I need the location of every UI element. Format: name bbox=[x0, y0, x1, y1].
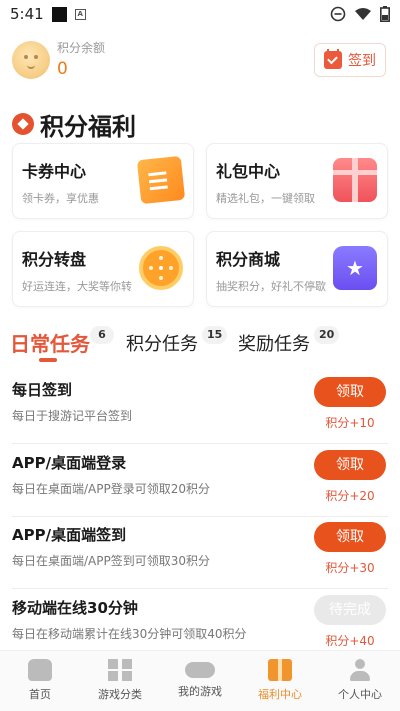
dnd-icon bbox=[330, 6, 346, 22]
nav-item-my-games[interactable]: 我的游戏 bbox=[160, 651, 240, 711]
tab-badge: 6 bbox=[90, 326, 114, 344]
task-item: 每日签到 每日于搜游记平台签到 领取 积分+10 bbox=[12, 372, 388, 444]
tab-daily-tasks[interactable]: 日常任务 bbox=[10, 328, 90, 357]
nav-label: 首页 bbox=[29, 688, 51, 701]
user-icon bbox=[348, 659, 372, 681]
card-points-wheel[interactable]: 积分转盘 好运连连，大奖等你转 bbox=[12, 231, 194, 307]
card-coupon-center[interactable]: 卡券中心 领卡券，享优惠 bbox=[12, 143, 194, 219]
card-title: 积分商城 bbox=[216, 250, 281, 269]
nav-label: 福利中心 bbox=[258, 688, 302, 701]
tab-reward-tasks[interactable]: 奖励任务 bbox=[238, 330, 310, 356]
claim-button[interactable]: 领取 bbox=[314, 377, 386, 407]
home-icon bbox=[28, 659, 52, 681]
signin-button[interactable]: 签到 bbox=[314, 43, 386, 77]
wifi-icon bbox=[355, 8, 371, 20]
card-title: 积分转盘 bbox=[22, 250, 87, 269]
card-gift-center[interactable]: 礼包中心 精选礼包，一键领取 bbox=[206, 143, 388, 219]
pending-button[interactable]: 待完成 bbox=[314, 595, 386, 625]
tab-badge: 15 bbox=[202, 326, 228, 344]
status-icons bbox=[330, 6, 390, 22]
task-description: 每日于搜游记平台签到 bbox=[12, 409, 133, 423]
grid-icon bbox=[108, 659, 132, 681]
task-tabs: 日常任务 6 积分任务 15 奖励任务 20 bbox=[0, 326, 400, 366]
notification-square-icon bbox=[51, 6, 67, 22]
status-bar: 5:41 A bbox=[0, 0, 400, 28]
nav-item-game-categories[interactable]: 游戏分类 bbox=[80, 651, 160, 711]
card-title: 礼包中心 bbox=[216, 162, 281, 181]
claim-button[interactable]: 领取 bbox=[314, 522, 386, 552]
avatar[interactable] bbox=[12, 41, 50, 79]
section-title: 积分福利 bbox=[12, 109, 136, 141]
tab-points-tasks[interactable]: 积分任务 bbox=[126, 330, 198, 356]
card-subtitle: 好运连连，大奖等你转 bbox=[22, 280, 132, 293]
task-reward: 积分+30 bbox=[325, 561, 375, 575]
task-description: 每日在桌面端/APP登录可领取20积分 bbox=[12, 482, 210, 496]
points-header: 积分余额 0 签到 bbox=[0, 28, 400, 98]
shop-bag-icon bbox=[333, 246, 377, 290]
gift-box-icon bbox=[333, 158, 377, 202]
task-title: APP/桌面端签到 bbox=[12, 526, 127, 544]
nav-label: 我的游戏 bbox=[178, 685, 222, 698]
task-title: 每日签到 bbox=[12, 381, 73, 399]
task-title: 移动端在线30分钟 bbox=[12, 599, 138, 617]
card-subtitle: 领卡券，享优惠 bbox=[22, 192, 99, 205]
diamond-icon bbox=[12, 113, 34, 135]
status-time: 5:41 bbox=[10, 5, 44, 23]
task-reward: 积分+10 bbox=[325, 416, 375, 430]
coupon-icon bbox=[136, 155, 186, 205]
signin-button-label: 签到 bbox=[348, 53, 376, 69]
points-balance-label: 积分余额 bbox=[57, 41, 106, 55]
card-title: 卡券中心 bbox=[22, 162, 87, 181]
task-description: 每日在桌面端/APP签到可领取30积分 bbox=[12, 554, 210, 568]
calendar-check-icon bbox=[324, 49, 342, 69]
nav-item-home[interactable]: 首页 bbox=[0, 651, 80, 711]
task-item: APP/桌面端登录 每日在桌面端/APP登录可领取20积分 领取 积分+20 bbox=[12, 445, 388, 517]
lucky-wheel-icon bbox=[139, 246, 183, 290]
card-subtitle: 抽奖积分，好礼不停歇 bbox=[216, 280, 326, 293]
points-balance-value: 0 bbox=[57, 59, 68, 79]
task-title: APP/桌面端登录 bbox=[12, 454, 127, 472]
task-item: APP/桌面端签到 每日在桌面端/APP签到可领取30积分 领取 积分+30 bbox=[12, 517, 388, 589]
task-reward: 积分+40 bbox=[325, 634, 375, 648]
card-subtitle: 精选礼包，一键领取 bbox=[216, 192, 315, 205]
card-points-mall[interactable]: 积分商城 抽奖积分，好礼不停歇 bbox=[206, 231, 388, 307]
battery-icon bbox=[380, 6, 390, 22]
a-box-icon: A bbox=[74, 8, 86, 20]
gamepad-icon bbox=[185, 662, 215, 678]
section-title-text: 积分福利 bbox=[40, 112, 136, 141]
task-description: 每日在移动端累计在线30分钟可领取40积分 bbox=[12, 627, 247, 641]
tab-badge: 20 bbox=[314, 326, 340, 344]
nav-label: 个人中心 bbox=[338, 688, 382, 701]
task-reward: 积分+20 bbox=[325, 489, 375, 503]
nav-item-profile[interactable]: 个人中心 bbox=[320, 651, 400, 711]
claim-button[interactable]: 领取 bbox=[314, 450, 386, 480]
bottom-nav: 首页 游戏分类 我的游戏 福利中心 个人中心 bbox=[0, 650, 400, 711]
nav-label: 游戏分类 bbox=[98, 688, 142, 701]
active-tab-indicator bbox=[39, 358, 57, 362]
nav-item-welfare-center[interactable]: 福利中心 bbox=[240, 651, 320, 711]
gift-icon bbox=[268, 659, 292, 681]
